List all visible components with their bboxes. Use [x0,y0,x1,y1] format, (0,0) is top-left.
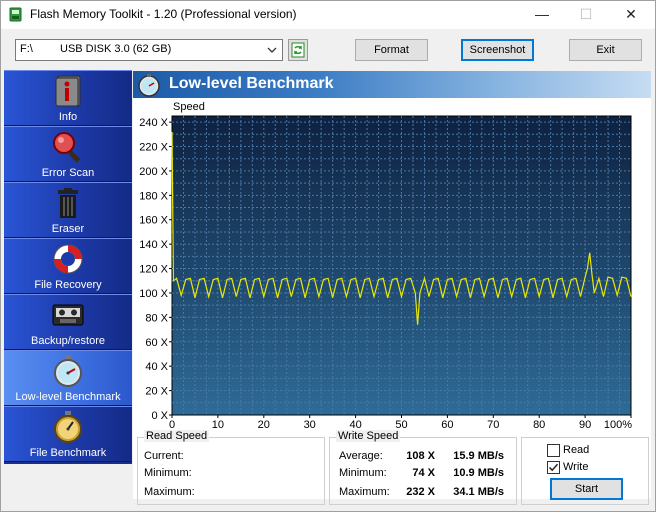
drive-name: USB DISK 3.0 (62 GB) [60,43,172,55]
y-tick-label: 240 X [139,117,168,129]
sidebar-item-info[interactable]: Info [4,70,132,126]
chevron-down-icon [267,47,277,53]
read-checkbox[interactable] [547,444,560,457]
sidebar-item-label: Error Scan [41,167,95,179]
write-maximum-mbs: 34.1 MB/s [453,486,504,498]
x-tick-label: 60 [441,419,453,431]
y-tick-label: 40 X [145,361,168,373]
x-tick-label: 10 [212,419,224,431]
y-tick-label: 160 X [139,215,168,227]
y-tick-label: 0 X [151,410,168,422]
write-average-mbs: 15.9 MB/s [453,450,504,462]
toolbar: F:\ USB DISK 3.0 (62 GB) Format Screensh… [1,30,655,70]
read-checkbox-label: Read [563,444,590,456]
y-tick-label: 80 X [145,312,168,324]
write-speed-title: Write Speed [336,430,401,442]
page-title: Low-level Benchmark [169,75,334,92]
tape-icon [52,304,84,326]
x-tick-label: 20 [258,419,270,431]
write-minimum-label: Minimum: [339,467,387,479]
read-minimum-label: Minimum: [144,467,192,479]
main-panel: Low-level Benchmark Speed 0 X 20 X 40 X 60 … [133,71,651,507]
x-tick-label: 90 [579,419,591,431]
app-window: Flash Memory Toolkit - 1.20 (Professiona… [0,0,656,512]
title-bar[interactable]: Flash Memory Toolkit - 1.20 (Professiona… [1,1,655,29]
sidebar-item-label: Info [58,111,78,123]
y-tick-label: 200 X [139,166,168,178]
y-tick-label: 140 X [139,239,168,251]
trash-icon [58,188,78,218]
maximize-button[interactable]: ☐ [563,1,609,29]
sidebar-item-eraser[interactable]: Eraser [4,182,132,238]
sidebar-item-low-level-benchmark[interactable]: Low-level Benchmark [4,350,132,406]
sidebar-item-label: File Benchmark [29,447,107,459]
exit-button[interactable]: Exit [569,39,642,61]
write-average-label: Average: [339,450,383,462]
magnifier-icon [53,132,81,163]
write-minimum-mbs: 10.9 MB/s [453,467,504,479]
y-tick-label: 60 X [145,337,168,349]
y-tick-label: 220 X [139,142,168,154]
chart-ylabel: Speed [173,101,205,113]
refresh-icon [291,42,305,58]
read-current-label: Current: [144,450,184,462]
sidebar-item-file-benchmark[interactable]: File Benchmark [4,406,132,462]
checkmark-icon [548,463,559,472]
write-average-x: 108 X [406,450,435,462]
y-tick-label: 120 X [139,264,168,276]
panel-header: Low-level Benchmark [133,71,651,98]
sidebar-item-backup-restore[interactable]: Backup/restore [4,294,132,350]
y-tick-label: 100 X [139,288,168,300]
stopwatch-icon [54,355,82,387]
app-icon [9,7,22,22]
sidebar-item-label: Backup/restore [31,335,105,347]
format-button[interactable]: Format [355,39,428,61]
y-tick-label: 20 X [145,386,168,398]
minimize-button[interactable]: — [519,1,565,29]
drive-letter: F:\ [20,43,33,55]
y-tick-label: 180 X [139,190,168,202]
lifebuoy-icon [53,244,83,274]
x-tick-label: 30 [304,419,316,431]
write-minimum-x: 74 X [412,467,435,479]
start-button[interactable]: Start [550,478,623,500]
x-tick-label: 80 [533,419,545,431]
sidebar-item-label: File Recovery [34,279,102,291]
stopwatch-icon [138,74,160,97]
x-tick-label: 70 [487,419,499,431]
info-icon [55,75,81,107]
stopwatch-gold-icon [54,411,82,443]
sidebar: Info Error Scan Eraser File Recovery Bac… [4,70,132,464]
close-button[interactable]: ✕ [608,1,654,29]
read-speed-title: Read Speed [144,430,210,442]
read-maximum-label: Maximum: [144,486,195,498]
sidebar-item-error-scan[interactable]: Error Scan [4,126,132,182]
drive-select[interactable]: F:\ USB DISK 3.0 (62 GB) [15,39,283,61]
window-title: Flash Memory Toolkit - 1.20 (Professiona… [30,7,297,21]
sidebar-item-label: Eraser [51,223,85,235]
refresh-button[interactable] [288,39,308,61]
write-checkbox-label: Write [563,461,589,473]
write-maximum-label: Maximum: [339,486,390,498]
screenshot-button[interactable]: Screenshot [461,39,534,61]
write-checkbox[interactable] [547,461,560,474]
sidebar-item-file-recovery[interactable]: File Recovery [4,238,132,294]
x-tick-label: 100% [604,419,632,431]
sidebar-item-label: Low-level Benchmark [15,391,121,403]
write-maximum-x: 232 X [406,486,435,498]
